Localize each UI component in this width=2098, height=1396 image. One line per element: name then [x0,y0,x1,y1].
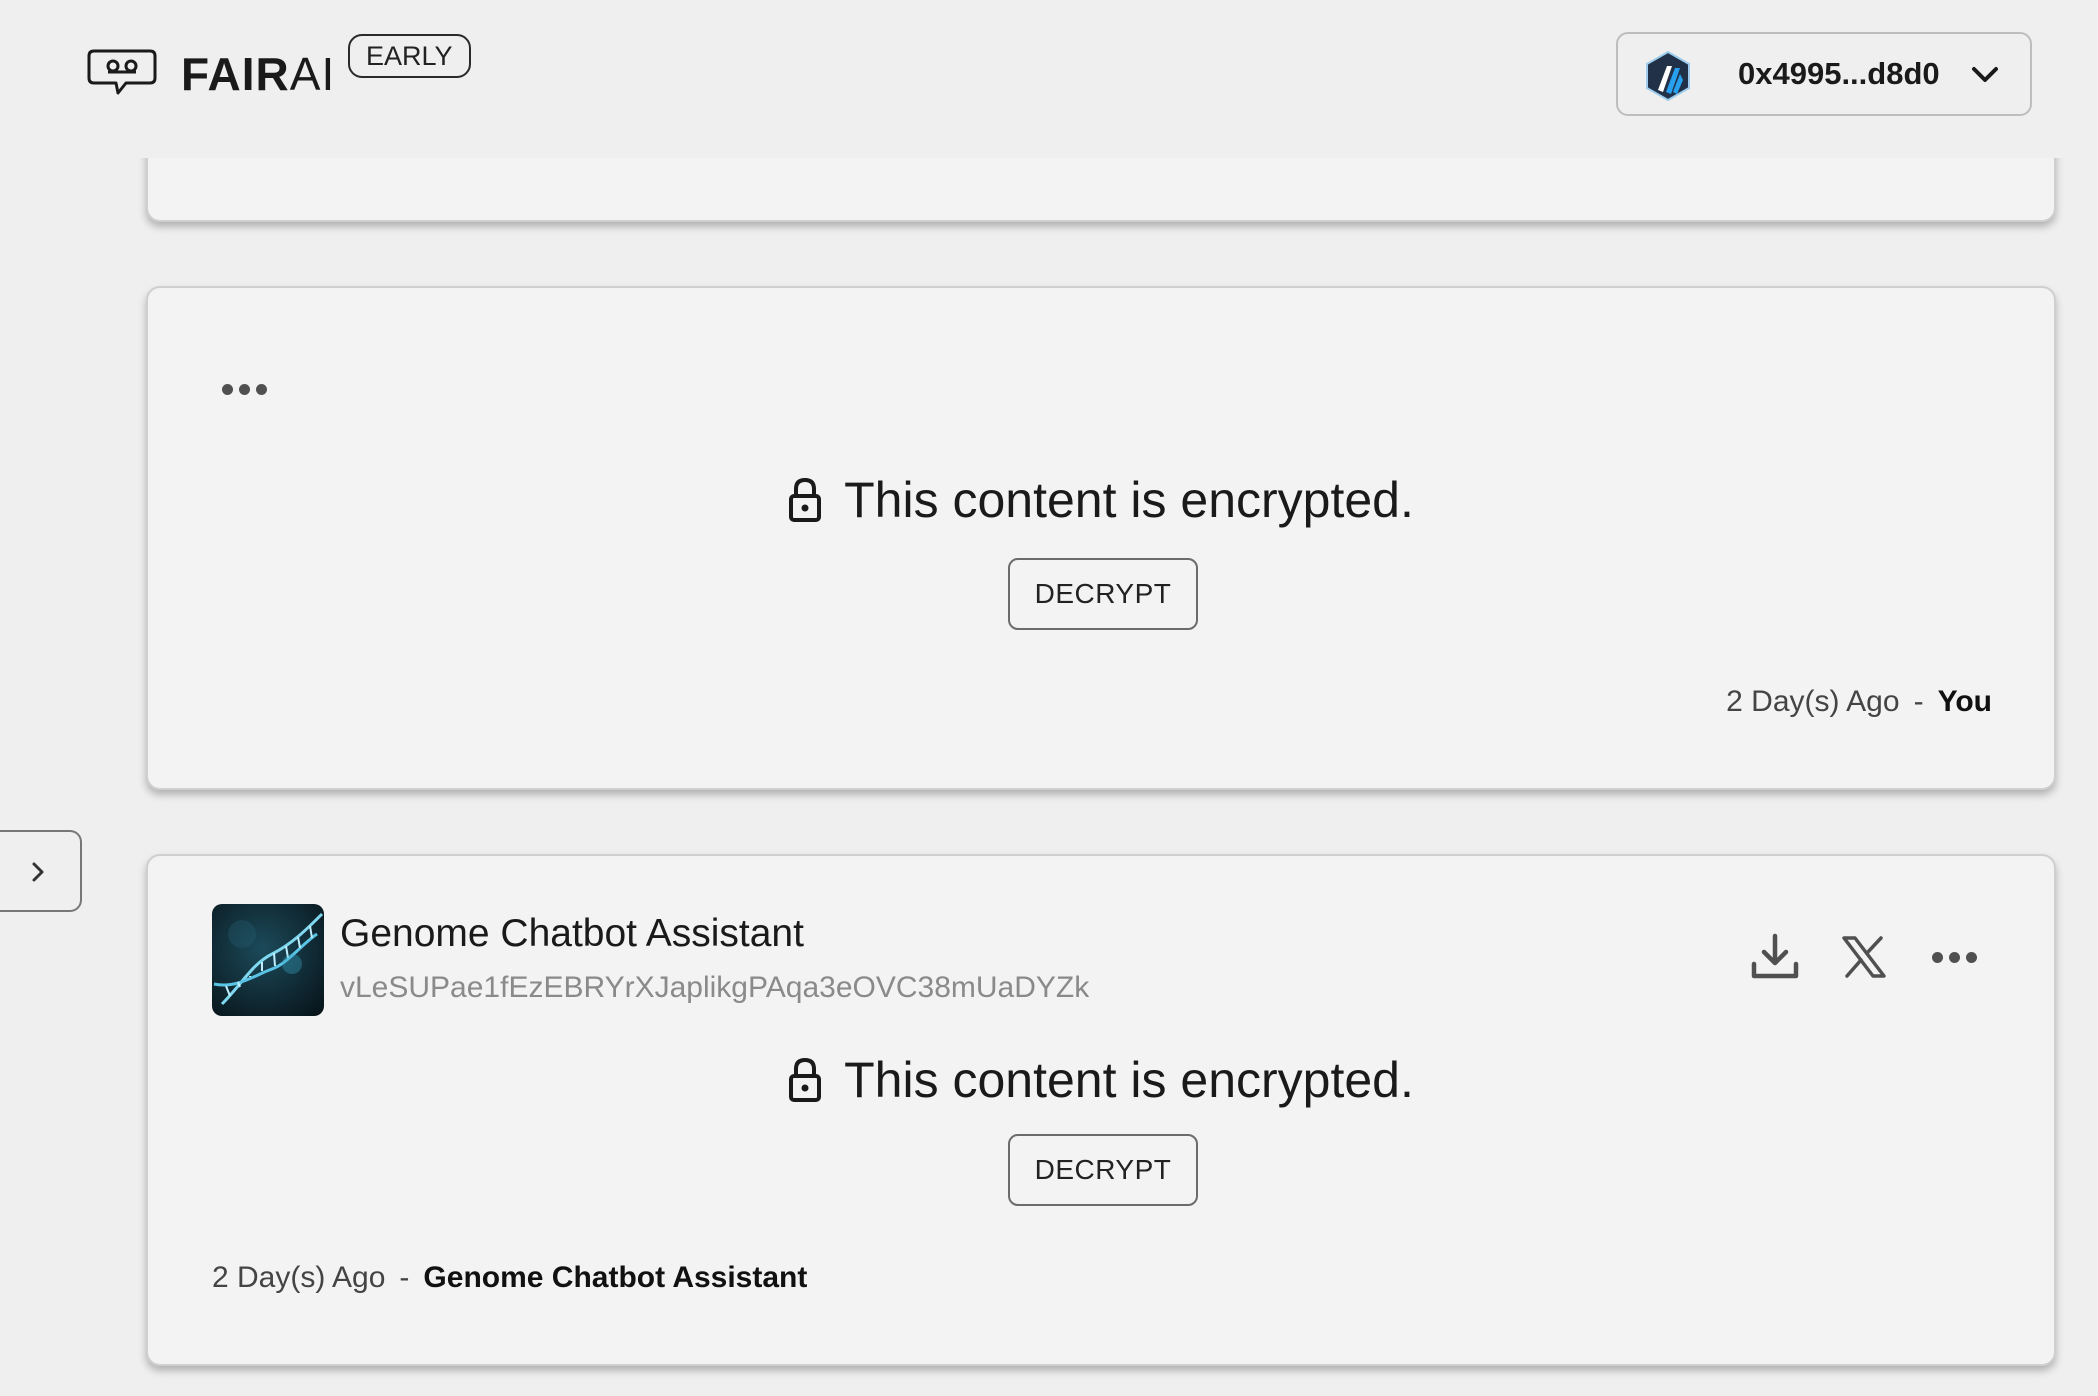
early-badge: EARLY [348,34,471,78]
message-card-user: This content is encrypted. DECRYPT 2 Day… [146,286,2056,790]
message-meta: 2 Day(s) Ago - Genome Chatbot Assistant [212,1258,807,1298]
message-time: 2 Day(s) Ago [212,1261,386,1294]
bot-id: vLeSUPae1fEzEBRYrXJaplikgPAqa3eOVC38mUaD… [340,971,1090,1004]
brand-light: AI [289,48,336,100]
wallet-button[interactable]: 0x4995...d8d0 [1616,32,2032,116]
arbitrum-logo-icon [1644,50,1692,102]
download-icon[interactable] [1750,932,1800,987]
sidebar-toggle-button[interactable] [0,830,82,912]
lock-icon [789,1057,822,1102]
lock-icon [789,477,822,522]
x-share-icon[interactable] [1842,936,1886,983]
encrypted-notice: This content is encrypted. [148,470,2054,530]
top-header: FAIRAI EARLY 0x4995...d8d0 [0,0,2098,158]
chevron-right-icon [32,862,44,882]
brand-logo[interactable]: FAIRAI [181,44,335,104]
decrypt-button[interactable]: DECRYPT [1008,558,1198,630]
meta-separator: - [1913,685,1924,718]
brand-bold: FAIR [181,48,290,100]
wallet-address: 0x4995...d8d0 [1738,56,1940,91]
more-options-icon[interactable] [222,384,267,395]
bot-name: Genome Chatbot Assistant [340,912,804,955]
more-options-icon[interactable] [1932,952,1977,963]
bot-avatar [212,904,324,1016]
chat-bubble-robot-icon [86,48,158,98]
meta-separator: - [399,1261,410,1294]
decrypt-button[interactable]: DECRYPT [1008,1134,1198,1206]
message-time: 2 Day(s) Ago [1726,685,1900,718]
message-author: You [1937,685,1992,718]
encrypted-notice: This content is encrypted. [148,1050,2054,1110]
encrypted-message: This content is encrypted. [844,1052,1414,1108]
encrypted-message: This content is encrypted. [844,472,1414,528]
message-meta: 2 Day(s) Ago - You [1726,682,1992,722]
message-card-assistant: Genome Chatbot Assistant vLeSUPae1fEzEBR… [146,854,2056,1366]
message-author: Genome Chatbot Assistant [423,1261,808,1294]
chevron-down-icon [1968,58,2002,92]
